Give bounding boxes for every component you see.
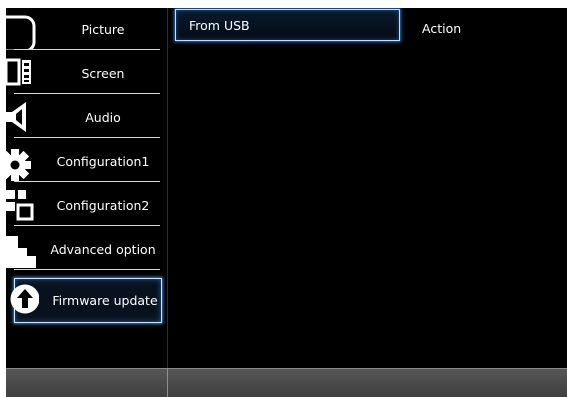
menu-item-label: Screen xyxy=(81,65,125,81)
menu-item-label: Picture xyxy=(81,21,125,37)
steps-icon xyxy=(6,228,38,270)
divider xyxy=(14,225,160,226)
divider xyxy=(14,181,160,182)
film-screen-icon xyxy=(6,52,38,94)
menu-item-audio[interactable]: Audio xyxy=(6,96,160,138)
grid-blocks-icon xyxy=(6,184,38,226)
divider xyxy=(14,137,160,138)
option-label: From USB xyxy=(189,18,250,33)
menu-item-screen[interactable]: Screen xyxy=(6,52,160,94)
menu-item-label: Configuration2 xyxy=(56,197,150,213)
menu-item-label: Firmware update xyxy=(52,293,158,308)
upload-arrow-icon xyxy=(7,279,40,321)
action-panel: Action xyxy=(402,8,567,368)
menu-item-picture[interactable]: Picture xyxy=(6,8,160,53)
menu-item-label: Configuration1 xyxy=(56,153,150,169)
tv-icon xyxy=(6,8,38,53)
osd-menu: Picture Screen Audio Configuration1 Conf… xyxy=(6,8,567,397)
status-bar xyxy=(6,368,567,397)
action-header: Action xyxy=(422,21,462,36)
menu-item-label: Advanced option xyxy=(50,241,156,257)
menu-item-firmware-update[interactable]: Firmware update xyxy=(10,278,162,323)
gear-icon xyxy=(6,140,38,182)
speaker-icon xyxy=(6,96,38,138)
menu-item-configuration2[interactable]: Configuration2 xyxy=(6,184,160,226)
divider xyxy=(14,49,160,50)
divider xyxy=(14,93,160,94)
menu-item-configuration1[interactable]: Configuration1 xyxy=(6,140,160,182)
main-menu: Picture Screen Audio Configuration1 Conf… xyxy=(6,8,166,368)
menu-item-label: Audio xyxy=(85,109,121,125)
submenu-panel: From USB xyxy=(168,8,402,368)
footer-divider xyxy=(167,369,168,397)
divider xyxy=(14,269,160,270)
menu-item-advanced-option[interactable]: Advanced option xyxy=(6,228,160,270)
option-from-usb[interactable]: From USB xyxy=(175,9,400,41)
